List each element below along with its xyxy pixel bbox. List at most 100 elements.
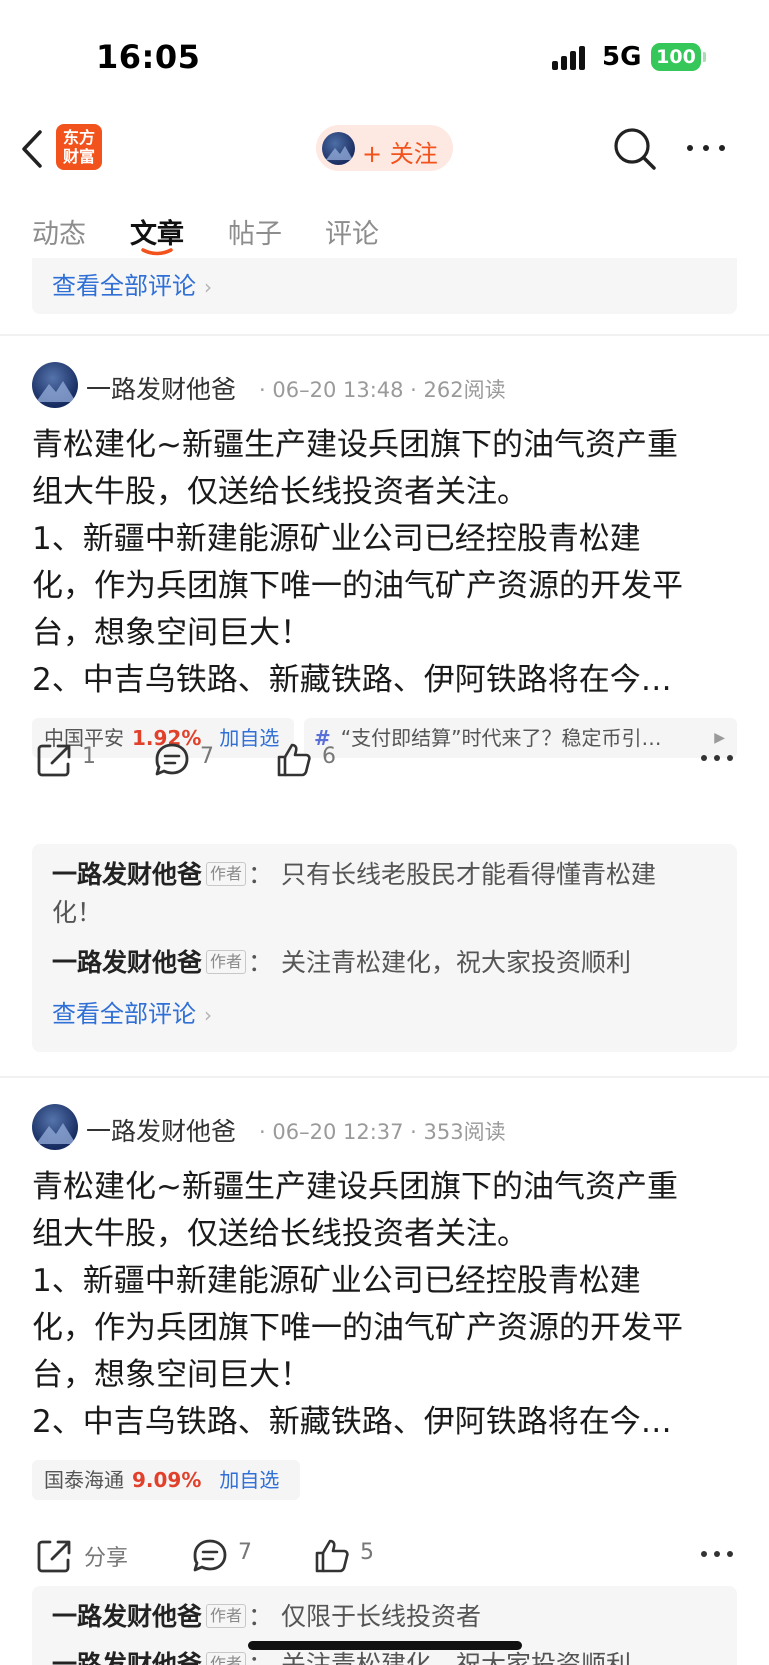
more-icon[interactable] bbox=[700, 753, 734, 763]
share-icon bbox=[37, 744, 71, 777]
avatar bbox=[322, 132, 355, 165]
post-line: 化，作为兵团旗下唯一的油气矿产资源的开发平 bbox=[32, 1310, 683, 1346]
post-line: 1、新疆中新建能源矿业公司已经控股青松建 bbox=[32, 1263, 641, 1299]
stock-name: 国泰海通 bbox=[44, 1468, 124, 1492]
back-icon[interactable] bbox=[14, 126, 54, 172]
tab-comments[interactable]: 评论 bbox=[325, 212, 379, 251]
post-line: 台，想象空间巨大！ bbox=[32, 1357, 311, 1393]
author-name[interactable]: 一路发财他爸 bbox=[86, 370, 236, 406]
see-all-label: 查看全部评论 bbox=[52, 272, 196, 300]
battery-icon: 100 bbox=[651, 43, 701, 71]
share-button[interactable]: 1 bbox=[34, 738, 104, 778]
comment-item: 一路发财他爸 作者： 只有长线老股民才能看得懂青松建 化！ bbox=[52, 856, 692, 932]
share-button[interactable]: 分享 bbox=[34, 1534, 144, 1574]
post-line: 青松建化~新疆生产建设兵团旗下的油气资产重 bbox=[32, 1169, 678, 1205]
like-button[interactable]: 5 bbox=[312, 1534, 382, 1574]
comment-count: 7 bbox=[238, 1540, 252, 1565]
like-count: 6 bbox=[322, 744, 336, 769]
comment-author: 一路发财他爸 bbox=[52, 1602, 203, 1631]
comment-text: ： 关注青松建化，祝大家投资顺利 bbox=[248, 1650, 631, 1665]
logo-text-1: 东方 bbox=[62, 128, 95, 147]
comment-text: ： 仅限于长线投资者 bbox=[248, 1602, 481, 1631]
more-icon[interactable] bbox=[684, 126, 728, 170]
post-meta: · 06–20 12:37 · 353阅读 bbox=[259, 1120, 506, 1144]
like-count: 5 bbox=[360, 1540, 374, 1565]
topic-text: “支付即结算”时代来了？稳定币引… bbox=[340, 726, 662, 750]
comment-button[interactable]: 7 bbox=[190, 1534, 260, 1574]
tab-posts[interactable]: 帖子 bbox=[228, 212, 282, 251]
post-line: 化，作为兵团旗下唯一的油气矿产资源的开发平 bbox=[32, 568, 683, 604]
status-time: 16:05 bbox=[96, 38, 201, 76]
topic-tag[interactable]: # “支付即结算”时代来了？稳定币引… ▶ bbox=[304, 718, 737, 758]
follow-label: + 关注 bbox=[362, 140, 438, 168]
post-line: 2、中吉乌铁路、新藏铁路、伊阿铁路将在今… bbox=[32, 662, 672, 698]
search-icon[interactable] bbox=[612, 126, 658, 172]
comment-box-partial: 查看全部评论 › bbox=[32, 258, 737, 314]
post-date: 06–20 12:37 bbox=[272, 1120, 404, 1144]
post-line: 2、中吉乌铁路、新藏铁路、伊阿铁路将在今… bbox=[32, 1404, 672, 1440]
brand-logo[interactable]: 东方 财富 bbox=[56, 124, 102, 170]
comment-icon bbox=[193, 1539, 227, 1572]
post-line: 组大牛股，仅送给长线投资者关注。 bbox=[32, 1216, 528, 1252]
comment-button[interactable]: 7 bbox=[152, 738, 222, 778]
share-label: 分享 bbox=[84, 1546, 129, 1571]
active-tab-indicator bbox=[141, 248, 173, 256]
comment-text: ： 关注青松建化，祝大家投资顺利 bbox=[248, 948, 631, 977]
avatar[interactable] bbox=[32, 1104, 78, 1150]
post-line: 青松建化~新疆生产建设兵团旗下的油气资产重 bbox=[32, 427, 678, 463]
comment-item: 一路发财他爸 作者： 关注青松建化，祝大家投资顺利 bbox=[52, 944, 692, 982]
post-line: 1、新疆中新建能源矿业公司已经控股青松建 bbox=[32, 521, 641, 557]
post-card[interactable]: 一路发财他爸 · 06–20 13:48 · 262阅读 青松建化~新疆生产建设… bbox=[0, 336, 769, 1076]
battery-tip bbox=[703, 52, 706, 62]
logo-text-2: 财富 bbox=[62, 147, 95, 166]
status-bar: 16:05 5G 100 bbox=[0, 0, 769, 112]
author-badge: 作者 bbox=[206, 1604, 247, 1628]
like-button[interactable]: 6 bbox=[274, 738, 344, 778]
add-watchlist-button[interactable]: 加自选 bbox=[219, 726, 279, 750]
share-icon bbox=[37, 1540, 71, 1573]
post-body[interactable]: 青松建化~新疆生产建设兵团旗下的油气资产重 组大牛股，仅送给长线投资者关注。 1… bbox=[32, 422, 742, 704]
comment-author: 一路发财他爸 bbox=[52, 860, 203, 889]
comment-author: 一路发财他爸 bbox=[52, 948, 203, 977]
post-body[interactable]: 青松建化~新疆生产建设兵团旗下的油气资产重 组大牛股，仅送给长线投资者关注。 1… bbox=[32, 1164, 742, 1446]
comment-text: ： 只有长线老股民才能看得懂青松建 bbox=[248, 860, 656, 889]
see-all-label: 查看全部评论 bbox=[52, 1000, 196, 1028]
tab-dynamics[interactable]: 动态 bbox=[32, 212, 86, 251]
author-name[interactable]: 一路发财他爸 bbox=[86, 1112, 236, 1148]
avatar[interactable] bbox=[32, 362, 78, 408]
comment-preview-box[interactable]: 一路发财他爸 作者： 只有长线老股民才能看得懂青松建 化！ 一路发财他爸 作者： 关… bbox=[32, 844, 737, 1052]
signal-icon bbox=[552, 44, 592, 70]
post-meta: · 06–20 13:48 · 262阅读 bbox=[259, 378, 506, 402]
see-all-comments-link[interactable]: 查看全部评论 › bbox=[52, 266, 212, 301]
tab-articles[interactable]: 文章 bbox=[130, 212, 184, 251]
author-badge: 作者 bbox=[206, 1652, 247, 1665]
more-icon[interactable] bbox=[700, 1549, 734, 1559]
add-watchlist-button[interactable]: 加自选 bbox=[219, 1468, 279, 1492]
post-line: 组大牛股，仅送给长线投资者关注。 bbox=[32, 474, 528, 510]
chevron-right-icon: › bbox=[204, 1003, 212, 1027]
comment-icon bbox=[155, 743, 189, 776]
play-icon: ▶ bbox=[714, 730, 725, 746]
post-card[interactable]: 一路发财他爸 · 06–20 12:37 · 353阅读 青松建化~新疆生产建设… bbox=[0, 1078, 769, 1665]
author-badge: 作者 bbox=[206, 862, 247, 886]
network-type: 5G bbox=[602, 42, 642, 72]
author-badge: 作者 bbox=[206, 950, 247, 974]
follow-button[interactable]: + 关注 bbox=[316, 125, 453, 171]
nav-bar: 东方 财富 + 关注 bbox=[0, 112, 769, 188]
see-all-comments-link[interactable]: 查看全部评论 › bbox=[52, 994, 212, 1029]
home-indicator bbox=[248, 1641, 522, 1650]
share-count: 1 bbox=[82, 744, 96, 769]
thumbs-up-icon bbox=[277, 743, 311, 777]
chevron-right-icon: › bbox=[204, 275, 212, 299]
post-date: 06–20 13:48 bbox=[272, 378, 404, 402]
stock-tag[interactable]: 国泰海通 9.09% 加自选 bbox=[32, 1460, 300, 1500]
comment-preview-box[interactable]: 一路发财他爸 作者： 仅限于长线投资者 一路发财他爸 作者： 关注青松建化，祝大家投… bbox=[32, 1586, 737, 1665]
tab-bar: 动态 文章 帖子 评论 bbox=[0, 200, 769, 260]
comment-count: 7 bbox=[200, 744, 214, 769]
read-count: 262阅读 bbox=[423, 378, 506, 402]
comment-text-cont: 化！ bbox=[52, 898, 103, 927]
comment-author: 一路发财他爸 bbox=[52, 1650, 203, 1665]
stock-change: 9.09% bbox=[132, 1468, 202, 1492]
post-line: 台，想象空间巨大！ bbox=[32, 615, 311, 651]
comment-item: 一路发财他爸 作者： 仅限于长线投资者 bbox=[52, 1598, 692, 1636]
